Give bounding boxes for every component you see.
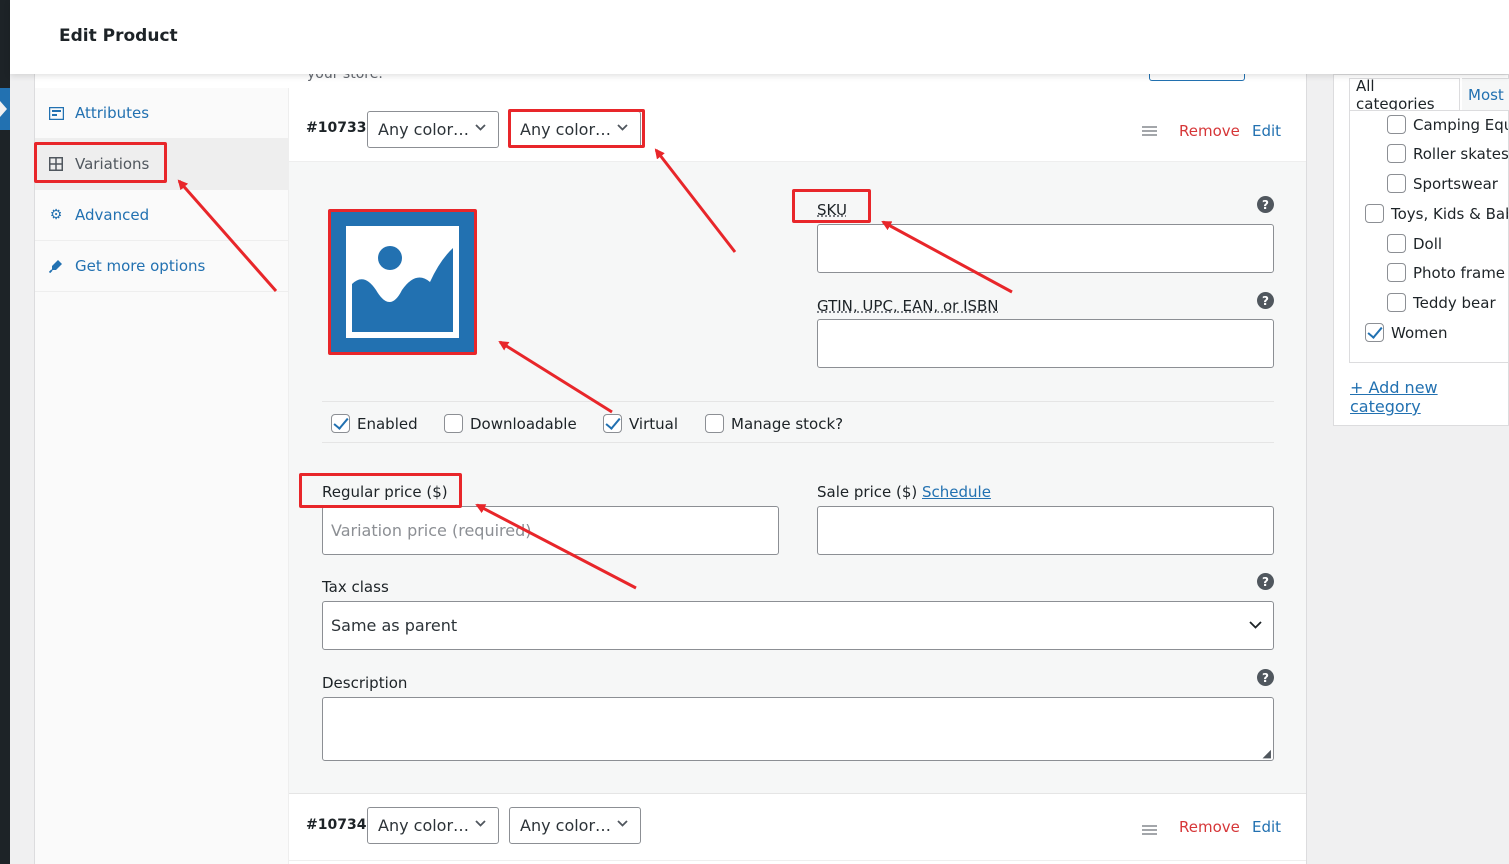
annotation-arrows: [177, 148, 1013, 590]
annotation-arrow: [881, 220, 1013, 294]
annotation-arrow: [498, 340, 613, 414]
annotation-arrow: [475, 503, 637, 590]
annotation-arrow: [177, 179, 278, 292]
annotation-arrow: [654, 148, 737, 253]
